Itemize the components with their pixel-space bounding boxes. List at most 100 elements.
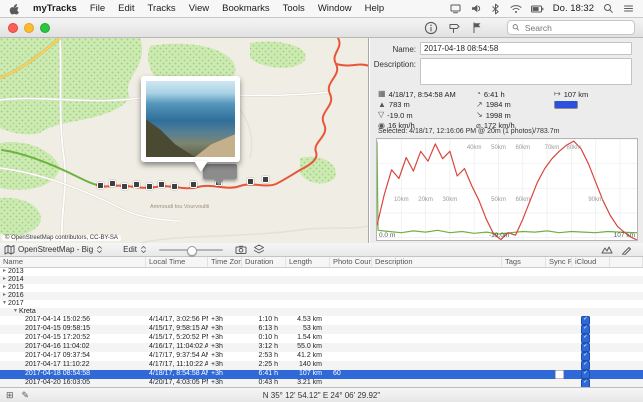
waypoint-marker[interactable] (247, 178, 254, 185)
column-header-icloud[interactable]: iCloud (572, 257, 610, 267)
zoom-slider-thumb[interactable] (187, 246, 197, 256)
icloud-checkbox[interactable]: ✓ (581, 361, 590, 370)
table-group-row[interactable]: ▸2013 (0, 268, 643, 276)
track-description-input[interactable] (420, 58, 632, 85)
row-local-time (146, 276, 208, 284)
distance-marker-label: 50km (491, 145, 506, 151)
menu-item-edit[interactable]: Edit (118, 3, 134, 14)
signpost-icon[interactable] (448, 21, 461, 34)
waypoint-marker[interactable] (171, 183, 178, 190)
track-name-input[interactable] (420, 42, 632, 55)
photo-popup-shadow[interactable] (203, 164, 237, 179)
battery-icon[interactable] (531, 4, 544, 14)
waypoint-marker[interactable] (262, 176, 269, 183)
table-row[interactable]: 2017-04-17 11:10:224/17/17, 11:10:22 AM+… (0, 361, 643, 370)
menu-item-help[interactable]: Help (365, 3, 385, 14)
search-input[interactable] (523, 22, 630, 34)
icloud-checkbox[interactable]: ✓ (581, 370, 590, 379)
column-header-local-time[interactable]: Local Time (146, 257, 208, 267)
menu-item-view[interactable]: View (189, 3, 209, 14)
column-header-duration[interactable]: Duration (242, 257, 286, 267)
waypoint-marker[interactable] (109, 180, 116, 187)
bluetooth-icon[interactable] (490, 3, 501, 15)
column-header-filler[interactable] (610, 257, 643, 267)
table-group-row[interactable]: ▾2017 (0, 300, 643, 308)
layers-icon[interactable] (253, 244, 265, 255)
table-group-row[interactable]: ▸2014 (0, 276, 643, 284)
app-menu-title[interactable]: myTracks (33, 3, 77, 14)
menu-item-file[interactable]: File (90, 3, 105, 14)
apple-icon[interactable] (9, 2, 20, 15)
search-field[interactable] (507, 20, 635, 35)
waypoint-marker[interactable] (146, 183, 153, 190)
column-header-description[interactable]: Description (372, 257, 502, 267)
flag-icon[interactable] (471, 21, 483, 34)
icloud-checkbox[interactable]: ✓ (581, 343, 590, 352)
zoom-slider[interactable] (159, 249, 223, 251)
icloud-checkbox[interactable]: ✓ (581, 334, 590, 343)
signature-icon[interactable]: ✎ (22, 390, 30, 401)
camera-icon[interactable] (235, 244, 247, 255)
table-row[interactable]: 2017-04-20 16:03:054/20/17, 4:03:05 PM+3… (0, 379, 643, 387)
icloud-checkbox[interactable]: ✓ (581, 379, 590, 387)
disclosure-triangle[interactable]: ▸ (3, 292, 6, 300)
elevation-panel-toggle-icon[interactable] (601, 244, 613, 255)
table-row[interactable]: 2017-04-18 08:54:584/18/17, 8:54:58 AM+3… (0, 370, 643, 379)
menu-clock[interactable]: Do. 18:32 (553, 3, 594, 14)
spotlight-icon[interactable] (603, 3, 614, 14)
waypoint-marker[interactable] (97, 182, 104, 189)
notification-center-icon[interactable] (623, 3, 634, 14)
photo-popup[interactable] (141, 76, 240, 162)
close-window-button[interactable] (8, 23, 18, 33)
track-path-orange-spur[interactable] (336, 64, 369, 66)
disclosure-triangle[interactable]: ▾ (14, 308, 17, 316)
table-row[interactable]: 2017-04-15 09:58:154/15/17, 9:58:15 AM+3… (0, 325, 643, 334)
table-row[interactable]: 2017-04-16 11:04:024/16/17, 11:04:02 AM+… (0, 343, 643, 352)
column-header-tags[interactable]: Tags (502, 257, 546, 267)
row-description (372, 268, 502, 276)
row-time-zone: +3h (208, 334, 242, 343)
column-header-sync-p-[interactable]: Sync P... (546, 257, 572, 267)
waypoint-marker[interactable] (190, 181, 197, 188)
edit-pencil-icon[interactable] (621, 244, 633, 255)
map-pane[interactable]: Ammoudi tou Vourvouliti © OpenStreetMap … (0, 38, 369, 243)
disclosure-triangle[interactable]: ▸ (3, 284, 6, 292)
waypoint-marker[interactable] (133, 181, 140, 188)
table-row[interactable]: 2017-04-15 17:20:524/15/17, 5:20:52 PM+3… (0, 334, 643, 343)
menu-item-tools[interactable]: Tools (283, 3, 305, 14)
volume-icon[interactable] (470, 3, 481, 14)
table-row[interactable]: 2017-04-17 09:37:544/17/17, 9:37:54 AM+3… (0, 352, 643, 361)
column-header-length[interactable]: Length (286, 257, 330, 267)
waypoint-marker[interactable] (158, 181, 165, 188)
wifi-icon[interactable] (510, 4, 522, 14)
column-header-name[interactable]: Name (0, 257, 146, 267)
elevation-chart[interactable]: 10km20km30km50km60km90km40km50km60km70km… (377, 139, 637, 240)
disclosure-triangle[interactable]: ▾ (3, 300, 6, 308)
stat-value: 1984 m (486, 101, 511, 109)
menu-item-window[interactable]: Window (318, 3, 352, 14)
column-header-time-zone[interactable]: Time Zone (208, 257, 242, 267)
table-group-row[interactable]: ▾Kreta (0, 308, 643, 316)
icloud-checkbox[interactable]: ✓ (581, 325, 590, 334)
icloud-checkbox[interactable]: ✓ (581, 316, 590, 325)
sync-checkbox[interactable] (555, 370, 564, 379)
table-row[interactable]: 2017-04-14 15:02:564/14/17, 3:02:56 PM+3… (0, 316, 643, 325)
photo-thumbnail[interactable] (146, 81, 235, 157)
disclosure-triangle[interactable]: ▸ (3, 276, 6, 284)
info-button[interactable] (424, 21, 438, 35)
menu-item-bookmarks[interactable]: Bookmarks (222, 3, 270, 14)
display-icon[interactable] (450, 3, 461, 14)
waypoint-marker[interactable] (121, 183, 128, 190)
zoom-window-button[interactable] (40, 23, 50, 33)
minimize-window-button[interactable] (24, 23, 34, 33)
map-edit-dropdown[interactable]: Edit (123, 244, 147, 255)
menu-item-tracks[interactable]: Tracks (148, 3, 176, 14)
disclosure-triangle[interactable]: ▸ (3, 268, 6, 276)
icloud-checkbox[interactable]: ✓ (581, 352, 590, 361)
table-group-row[interactable]: ▸2016 (0, 292, 643, 300)
column-header-photo-count[interactable]: Photo Count (330, 257, 372, 267)
map-provider-dropdown[interactable]: OpenStreetMap - Big (4, 244, 103, 255)
track-color-swatch[interactable] (554, 101, 578, 109)
table-group-row[interactable]: ▸2015 (0, 284, 643, 292)
grid-icon[interactable]: ⊞ (6, 390, 14, 401)
